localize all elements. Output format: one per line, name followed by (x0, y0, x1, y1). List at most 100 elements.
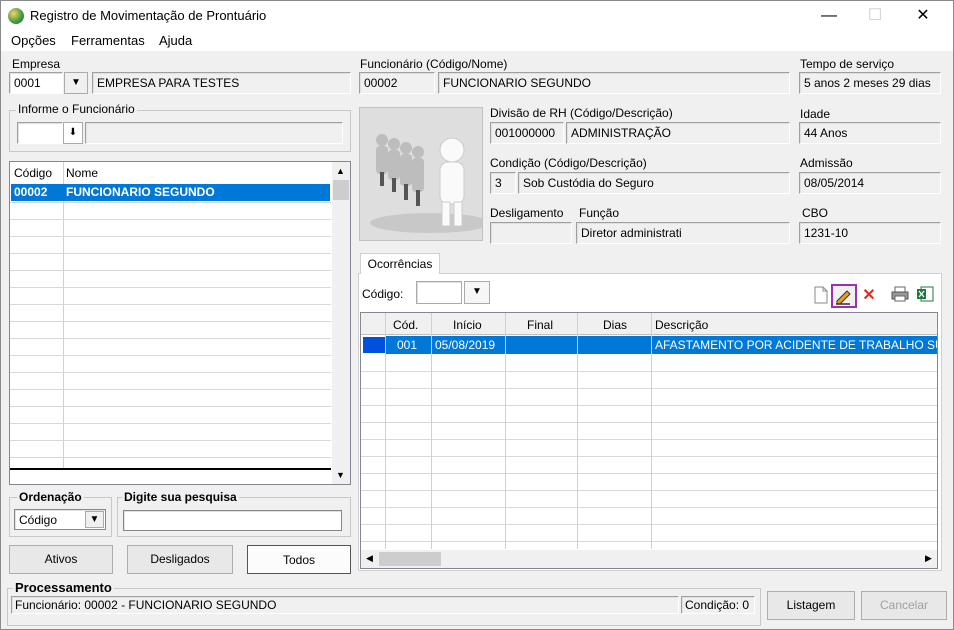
funcao-label: Função (579, 206, 620, 220)
row-gridline (10, 287, 331, 288)
informe-input[interactable] (17, 122, 63, 144)
menu-ferramentas[interactable]: Ferramentas (71, 33, 145, 48)
col-gridline (651, 313, 652, 549)
ativos-button[interactable]: Ativos (9, 545, 113, 574)
empresa-label: Empresa (12, 57, 61, 71)
row-gridline (10, 389, 331, 390)
col-header-dias[interactable]: Dias (603, 318, 627, 332)
tempo-label: Tempo de serviço (800, 57, 895, 71)
scroll-right-icon[interactable]: ▶ (920, 550, 937, 567)
table-row[interactable]: 001 05/08/2019 AFASTAMENTO POR ACIDENTE … (361, 336, 937, 354)
row-gridline (361, 439, 937, 440)
arrow-down-icon[interactable]: ⬇ (63, 122, 83, 144)
chevron-down-icon[interactable]: ▼ (85, 511, 104, 528)
occ-hscrollbar[interactable]: ◀ ▶ (361, 550, 937, 568)
menu-opcoes[interactable]: Opções (11, 33, 56, 48)
col-header-cod[interactable]: Cód. (393, 318, 418, 332)
menu-bar: Opções Ferramentas Ajuda (1, 31, 953, 51)
scroll-down-icon[interactable]: ▼ (332, 467, 349, 484)
row-gridline (361, 456, 937, 457)
row-gridline (10, 355, 331, 356)
list-header-codigo[interactable]: Código (14, 166, 52, 180)
employee-list[interactable]: Código Nome 00002 FUNCIONARIO SEGUNDO ▲ … (9, 161, 351, 485)
occ-cod: 001 (397, 338, 418, 352)
funcionario-name-field: FUNCIONARIO SEGUNDO (438, 72, 790, 94)
desligamento-label: Desligamento (490, 206, 564, 220)
desligados-button[interactable]: Desligados (127, 545, 233, 574)
col-gridline (505, 313, 506, 549)
row-gridline (361, 473, 937, 474)
minimize-button[interactable]: — (806, 1, 852, 31)
row-gridline (361, 490, 937, 491)
desligamento-field (490, 222, 572, 244)
condicao-label: Condição (Código/Descrição) (490, 156, 647, 170)
occ-header (361, 313, 937, 335)
hscroll-thumb[interactable] (379, 552, 441, 566)
col-gridline (577, 313, 578, 549)
print-icon[interactable] (890, 286, 910, 306)
row-gridline (10, 304, 331, 305)
chevron-down-icon[interactable]: ▼ (464, 281, 490, 304)
delete-icon[interactable]: ✕ (859, 286, 879, 306)
row-gridline (361, 507, 937, 508)
excel-icon[interactable] (915, 286, 935, 306)
row-gridline (10, 321, 331, 322)
col-header-final[interactable]: Final (527, 318, 553, 332)
tempo-field: 5 anos 2 meses 29 dias (799, 72, 941, 94)
app-icon (8, 8, 24, 24)
todos-button[interactable]: Todos (247, 545, 351, 574)
col-header-descricao[interactable]: Descrição (655, 318, 708, 332)
empresa-code-field[interactable]: 0001 (9, 72, 63, 94)
scroll-left-icon[interactable]: ◀ (361, 550, 378, 567)
search-input[interactable] (123, 510, 342, 531)
row-name: FUNCIONARIO SEGUNDO (66, 185, 215, 199)
listagem-button[interactable]: Listagem (767, 591, 855, 620)
row-gridline (361, 524, 937, 525)
list-header-nome[interactable]: Nome (66, 166, 98, 180)
row-gridline (10, 270, 331, 271)
list-scrollbar[interactable]: ▲ ▼ (332, 162, 350, 484)
scroll-up-icon[interactable]: ▲ (332, 163, 349, 180)
admissao-field: 08/05/2014 (799, 172, 941, 194)
row-gridline (10, 236, 331, 237)
admissao-label: Admissão (800, 156, 853, 170)
row-indicator (363, 337, 385, 353)
row-gridline (10, 338, 331, 339)
condicao-code-field: 3 (490, 172, 516, 194)
condicao-status: Condição: 0 (681, 596, 755, 614)
cbo-label: CBO (802, 206, 829, 220)
idade-field: 44 Anos (799, 122, 941, 144)
row-gridline (361, 541, 937, 542)
row-gridline (10, 219, 331, 220)
codigo-input[interactable] (416, 281, 462, 304)
col-gridline (431, 313, 432, 549)
row-gridline (361, 422, 937, 423)
cancelar-button[interactable]: Cancelar (861, 591, 947, 620)
divisao-code-field: 001000000 (490, 122, 564, 144)
main-window: Registro de Movimentação de Prontuário —… (0, 0, 954, 630)
status-text: Funcionário: 00002 - FUNCIONARIO SEGUNDO (11, 596, 679, 614)
funcionario-code-field: 00002 (359, 72, 435, 94)
chevron-down-icon[interactable]: ▼ (64, 72, 88, 94)
divisao-label: Divisão de RH (Código/Descrição) (490, 106, 673, 120)
row-gridline (10, 440, 331, 441)
scroll-thumb[interactable] (333, 180, 349, 200)
informe-name-field (85, 122, 343, 144)
table-row[interactable]: 00002 FUNCIONARIO SEGUNDO (11, 184, 330, 201)
list-bottom-line (10, 468, 331, 470)
tab-ocorrencias[interactable]: Ocorrências (360, 253, 440, 274)
col-header-inicio[interactable]: Início (453, 318, 482, 332)
new-document-icon[interactable] (811, 286, 831, 306)
menu-ajuda[interactable]: Ajuda (159, 33, 192, 48)
occurrences-table[interactable]: Cód. Início Final Dias Descrição 001 05/… (360, 312, 938, 569)
row-gridline (10, 253, 331, 254)
close-button[interactable]: ✕ (900, 1, 946, 31)
maximize-button[interactable]: ☐ (852, 1, 898, 31)
edit-button[interactable] (831, 284, 857, 308)
employee-photo (359, 107, 490, 241)
window-title: Registro de Movimentação de Prontuário (30, 8, 267, 23)
idade-label: Idade (800, 107, 831, 121)
people-icon (360, 108, 490, 240)
funcionario-label: Funcionário (Código/Nome) (360, 57, 508, 71)
pesquisa-label: Digite sua pesquisa (122, 490, 239, 504)
